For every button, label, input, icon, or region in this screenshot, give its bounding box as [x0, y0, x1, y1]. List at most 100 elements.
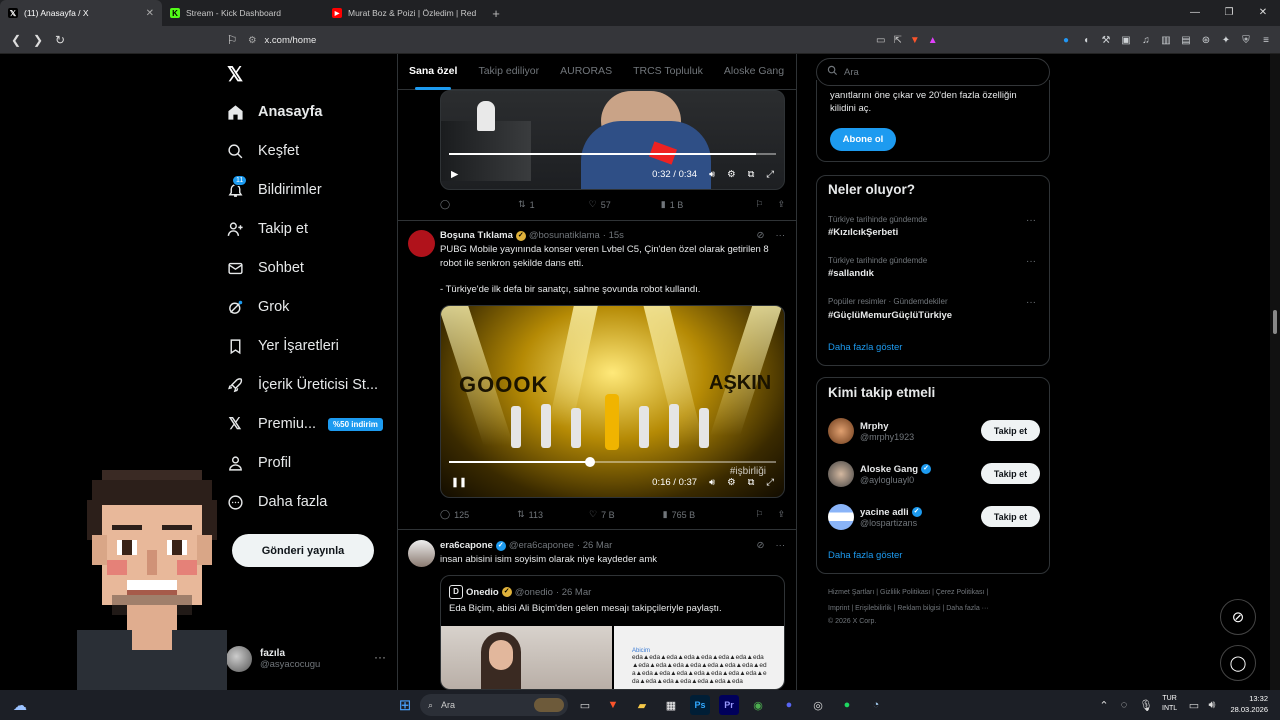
browser-tab-x[interactable]: 𝕏 (11) Anasayfa / X ✕: [0, 0, 162, 26]
avatar[interactable]: [408, 540, 435, 567]
discord-icon[interactable]: ●: [779, 695, 799, 715]
tweet-time[interactable]: · 26 Mar: [577, 540, 612, 551]
trend-item[interactable]: #sallandık: [828, 268, 874, 279]
reload-icon[interactable]: ↻: [50, 33, 70, 47]
network-icon[interactable]: ◌: [1114, 695, 1134, 715]
tab-following[interactable]: Takip ediliyor: [478, 54, 539, 90]
sidebar-item-grok[interactable]: Grok: [226, 295, 289, 319]
tab-auroras[interactable]: AURORAS: [560, 54, 612, 90]
shield-icon[interactable]: ⛨: [1238, 35, 1254, 46]
close-tab-icon[interactable]: ✕: [146, 8, 154, 19]
menu-icon[interactable]: ≡: [1258, 35, 1274, 46]
back-icon[interactable]: ❮: [6, 33, 26, 47]
volume-icon[interactable]: 🔊︎: [1202, 695, 1222, 715]
messages-fab-button[interactable]: ◯: [1220, 645, 1256, 681]
sidebar-item-creator-studio[interactable]: İçerik Üreticisi St...: [226, 373, 378, 397]
avatar[interactable]: [408, 230, 435, 257]
like-button[interactable]: ♡ 57: [589, 199, 611, 210]
sidebar-item-premium[interactable]: 𝕏 Premiu... %50 indirim: [226, 412, 383, 436]
follow-button[interactable]: Takip et: [981, 506, 1040, 527]
follow-button[interactable]: Takip et: [981, 420, 1040, 441]
tray-chevron-icon[interactable]: ⌃: [1094, 695, 1114, 715]
maximize-icon[interactable]: ❐: [1212, 0, 1246, 26]
windows-start-icon[interactable]: ⊞: [395, 695, 415, 715]
grok-fab-button[interactable]: ⊘: [1220, 599, 1256, 635]
steam-icon[interactable]: ◔: [866, 695, 886, 715]
close-window-icon[interactable]: ✕: [1246, 0, 1280, 26]
video-progress-bar[interactable]: [449, 153, 776, 155]
taskbar-search[interactable]: ⌕ Ara: [420, 694, 568, 716]
extension-icon[interactable]: ●: [1058, 35, 1074, 46]
post-button[interactable]: Gönderi yayınla: [232, 534, 374, 567]
more-options-icon[interactable]: ···: [374, 650, 386, 664]
store-icon[interactable]: ▦: [661, 695, 681, 715]
vpn-icon[interactable]: ⊛: [1198, 35, 1214, 46]
video-scrubber-knob[interactable]: [584, 457, 595, 467]
pip-icon[interactable]: ⧉: [748, 477, 755, 488]
new-tab-button[interactable]: +: [486, 6, 506, 21]
author-handle[interactable]: @era6caponee: [509, 540, 574, 551]
more-options-icon[interactable]: ···: [776, 230, 786, 241]
more-options-icon[interactable]: ···: [1026, 215, 1036, 226]
sidebar-item-follow[interactable]: Takip et: [226, 217, 308, 241]
system-clock[interactable]: 13:32 28.03.2026: [1230, 693, 1268, 715]
photoshop-icon[interactable]: Ps: [690, 695, 710, 715]
cast-icon[interactable]: ▭: [876, 35, 885, 46]
extension-icon[interactable]: ⚒: [1098, 35, 1114, 46]
tweet-video[interactable]: ▶ 0:32 / 0:34 🔊︎ ⚙ ⧉ ⤢: [440, 90, 785, 190]
subscribe-button[interactable]: Abone ol: [830, 128, 896, 151]
monitor-icon[interactable]: ▭: [1184, 695, 1204, 715]
footer-links[interactable]: Hizmet Şartları | Gizlilik Politikası | …: [828, 589, 988, 596]
weather-icon[interactable]: ☁: [10, 695, 30, 715]
share-icon[interactable]: ⇱: [893, 35, 901, 46]
bookmark-button[interactable]: ⚐: [755, 199, 763, 210]
tab-for-you[interactable]: Sana özel: [409, 54, 457, 90]
account-switcher[interactable]: fazıla @asyacocugu ···: [226, 642, 386, 676]
bookmark-page-icon[interactable]: ⚐: [222, 33, 242, 47]
share-button[interactable]: ⇪: [777, 199, 785, 210]
leo-icon[interactable]: ✦: [1218, 35, 1234, 46]
views-button[interactable]: ▮ 765 B: [663, 509, 695, 520]
scrollbar[interactable]: [1270, 54, 1280, 690]
follow-button[interactable]: Takip et: [981, 463, 1040, 484]
premiere-icon[interactable]: Pr: [719, 695, 739, 715]
extension-icon[interactable]: ◖: [1078, 35, 1094, 46]
fullscreen-icon[interactable]: ⤢: [766, 169, 774, 180]
quote-tweet[interactable]: D Onedio ✓ @onedio · 26 Mar Eda Biçim, a…: [440, 575, 785, 690]
sidebar-item-notifications[interactable]: 11 Bildirimler: [226, 175, 322, 202]
more-options-icon[interactable]: ···: [1026, 297, 1036, 308]
volume-icon[interactable]: 🔊︎: [709, 477, 715, 488]
share-button[interactable]: ⇪: [777, 509, 785, 520]
brave-shield-icon[interactable]: ▼: [910, 35, 920, 46]
wallet-icon[interactable]: ▤: [1178, 35, 1194, 46]
pip-icon[interactable]: ⧉: [748, 169, 755, 180]
pause-icon[interactable]: ❚❚: [451, 477, 467, 488]
video-progress-bar[interactable]: [449, 457, 776, 467]
grok-explain-icon[interactable]: ⊘: [757, 230, 765, 241]
follow-suggestion[interactable]: Mrphy @mrphy1923 Takip et: [828, 416, 1040, 446]
sidebar-toggle-icon[interactable]: ▥: [1158, 35, 1174, 46]
sidebar-item-explore[interactable]: Keşfet: [226, 139, 299, 163]
browser-tab-youtube[interactable]: ▶ Murat Boz & Poizi | Özledim | Red Bu: [324, 0, 486, 26]
play-icon[interactable]: ▶: [451, 169, 458, 180]
more-options-icon[interactable]: ···: [1026, 256, 1036, 267]
author-name[interactable]: Boşuna Tıklama: [440, 230, 513, 241]
volume-icon[interactable]: 🔊︎: [709, 169, 715, 180]
tweet-video[interactable]: GOOOK AŞKIN #işbirliği ❚❚ 0:16 / 0:37 🔊︎…: [440, 305, 785, 498]
tweet-time[interactable]: · 15s: [603, 230, 624, 241]
site-info-icon[interactable]: ⚙: [248, 35, 257, 46]
minimize-icon[interactable]: —: [1178, 0, 1212, 26]
brave-browser-icon[interactable]: ▼: [603, 695, 623, 715]
follow-suggestion[interactable]: Aloske Gang ✓ @aylogluayl0 Takip et: [828, 459, 1040, 489]
microphone-icon[interactable]: 🎙︎: [1136, 695, 1156, 715]
browser-tab-kick[interactable]: K Stream - Kick Dashboard: [162, 0, 324, 26]
x-logo-icon[interactable]: 𝕏: [227, 62, 243, 87]
show-more-trends-link[interactable]: Daha fazla göster: [828, 342, 902, 353]
reply-button[interactable]: ◯ 125: [440, 509, 469, 520]
trend-item[interactable]: #GüçlüMemurGüçlüTürkiye: [828, 310, 952, 321]
file-explorer-icon[interactable]: ▰: [632, 695, 652, 715]
footer-links[interactable]: Imprint | Erişilebilirlik | Reklam bilgi…: [828, 605, 989, 612]
address-bar[interactable]: ⚙ x.com/home: [242, 30, 970, 50]
views-button[interactable]: ▮ 1 B: [661, 199, 683, 210]
trend-item[interactable]: #KızılcıkŞerbeti: [828, 227, 898, 238]
